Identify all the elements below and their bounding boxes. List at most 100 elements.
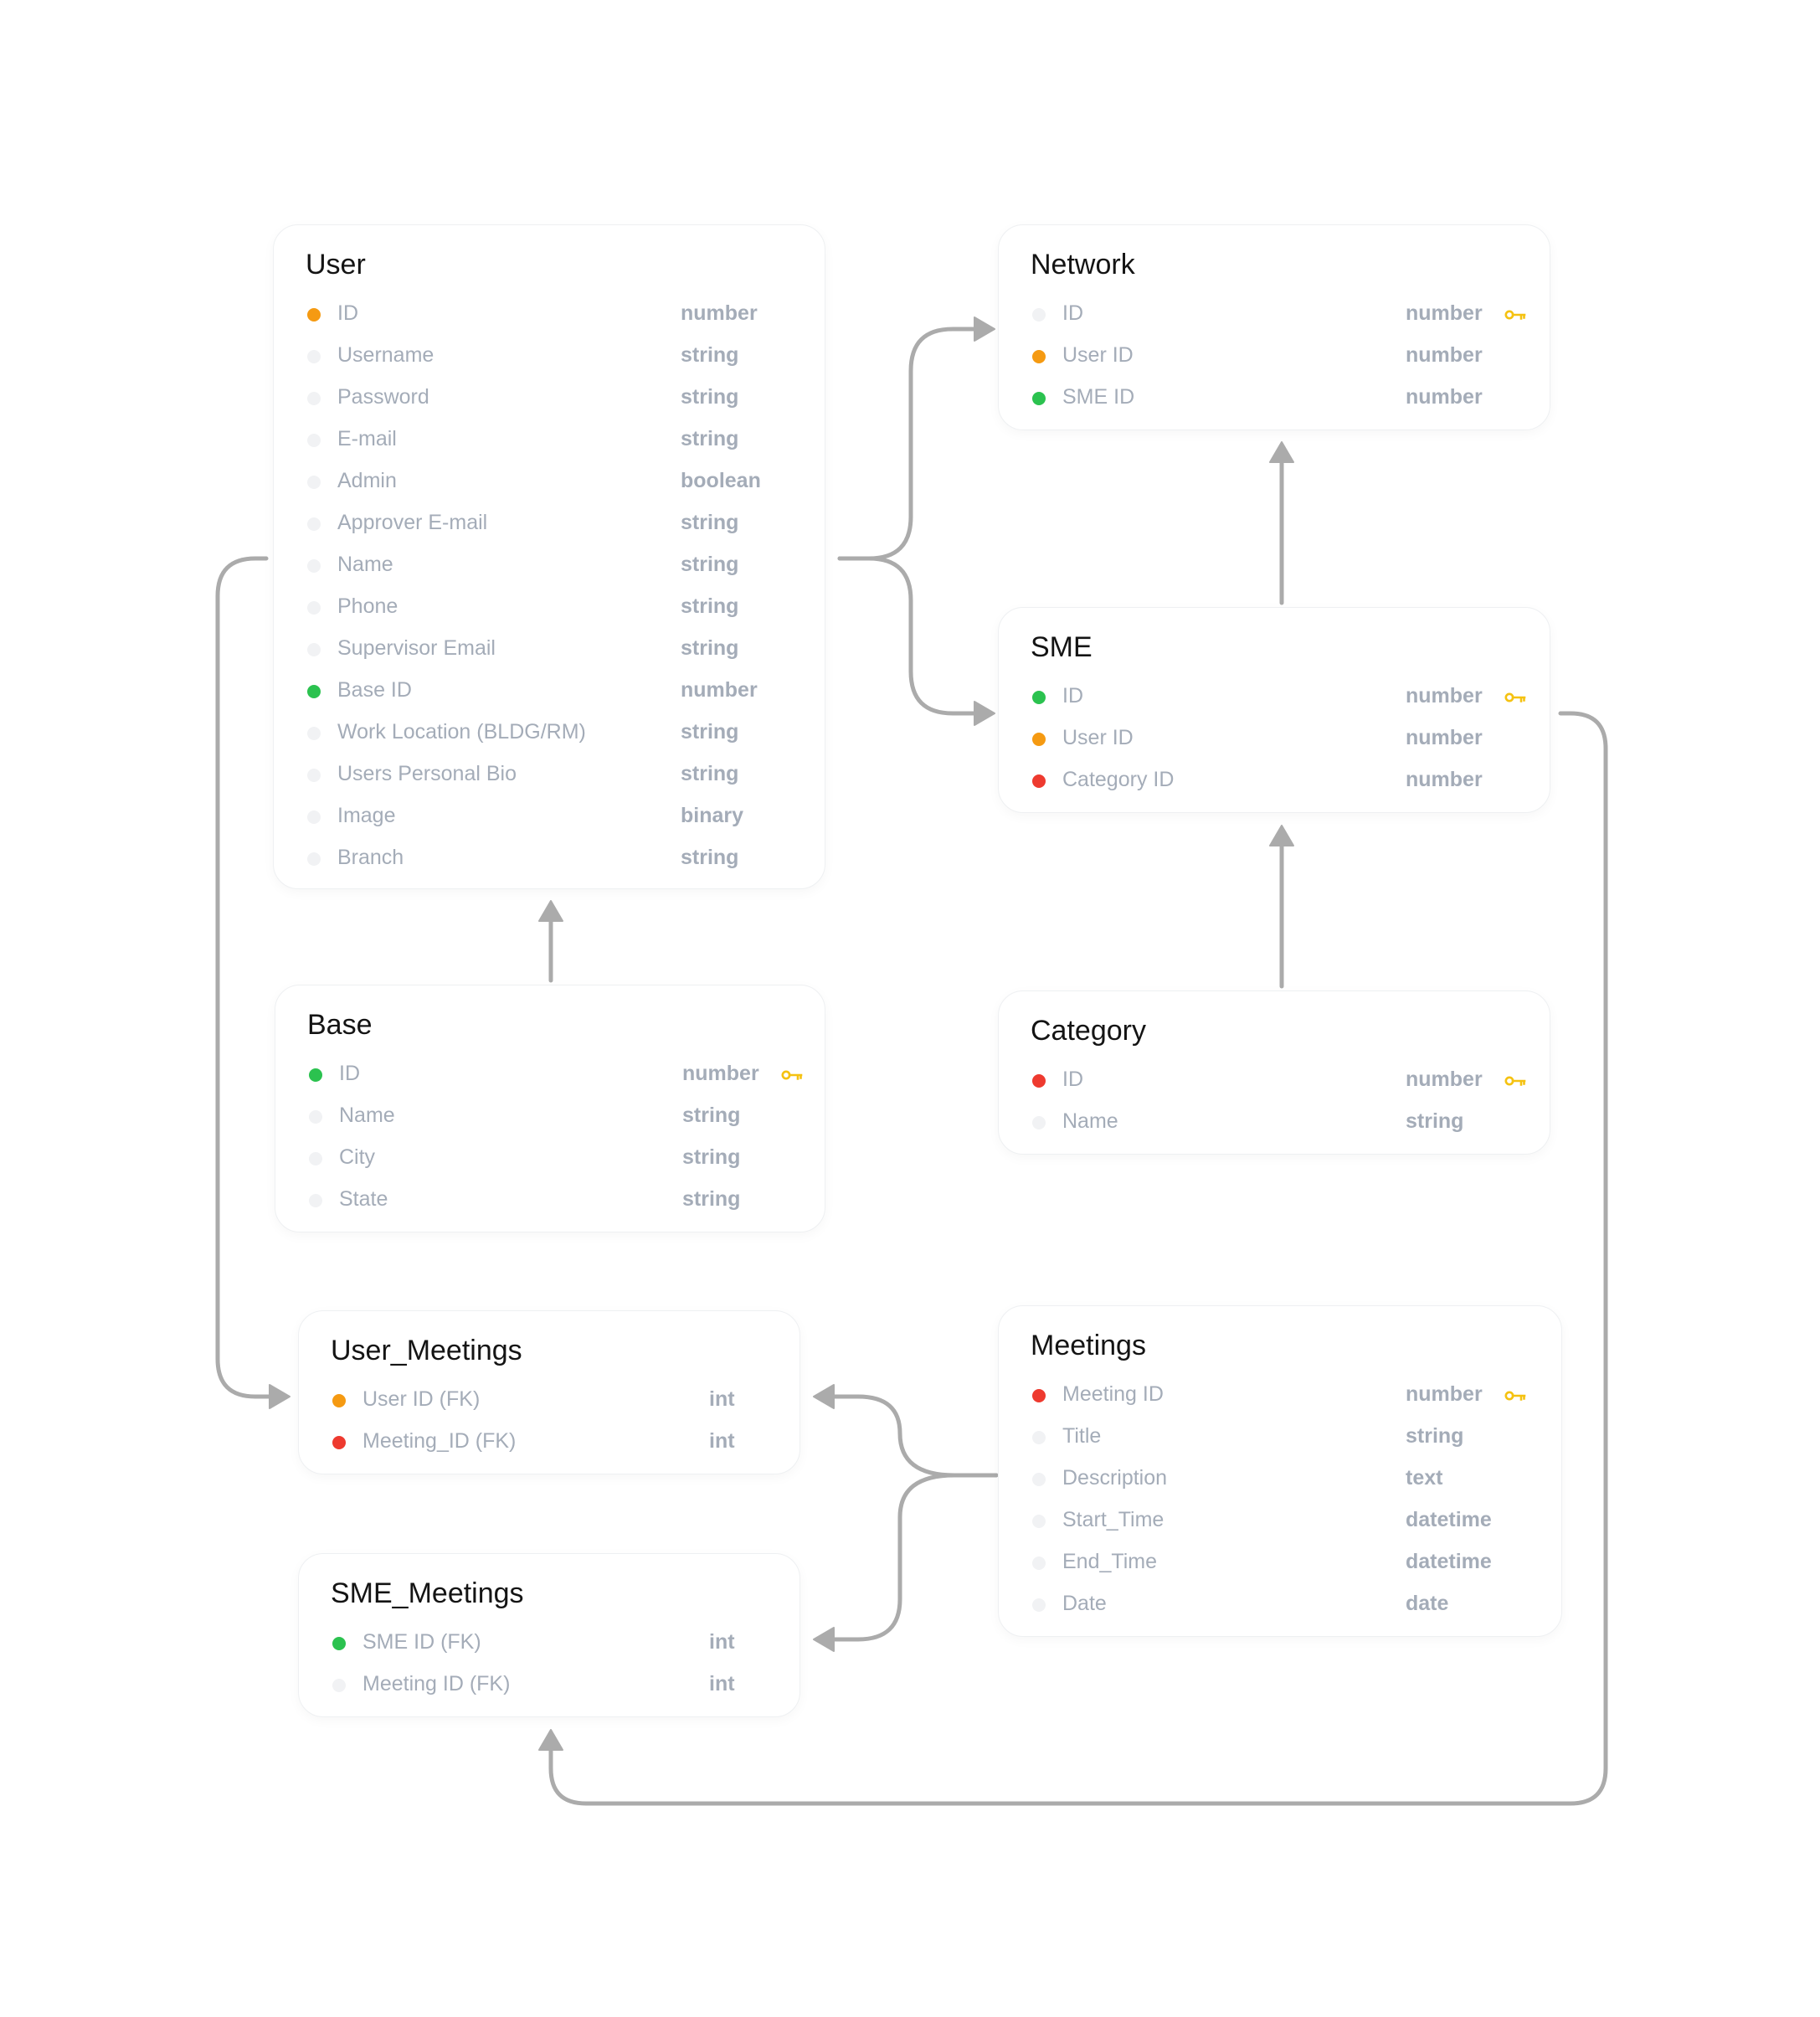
field-type: string: [682, 1187, 741, 1211]
field-row[interactable]: User ID number: [999, 718, 1550, 760]
field-row[interactable]: City string: [275, 1138, 825, 1180]
field-row[interactable]: End_Time datetime: [999, 1542, 1561, 1584]
field-row[interactable]: User ID (FK) int: [299, 1380, 799, 1422]
arrowhead-icon: [1269, 441, 1294, 463]
field-row[interactable]: Meeting_ID (FK) int: [299, 1422, 799, 1464]
field-row[interactable]: Name string: [274, 545, 825, 587]
relation-dot-green: [307, 685, 321, 698]
field-name: Title: [1062, 1424, 1102, 1448]
table-title: Base: [307, 1009, 373, 1041]
table-user-meetings[interactable]: User_Meetings User ID (FK) int Meeting_ID (…: [298, 1310, 800, 1474]
field-row[interactable]: Category ID number: [999, 760, 1550, 802]
relation-dot-none: [307, 852, 321, 866]
relation-dot-red: [1032, 1074, 1046, 1088]
field-row[interactable]: ID number: [999, 1060, 1550, 1102]
relation-dot-none: [307, 643, 321, 656]
field-row[interactable]: ID number: [275, 1054, 825, 1096]
field-row[interactable]: Username string: [274, 336, 825, 378]
arrowhead-icon: [538, 900, 563, 922]
field-row[interactable]: Meeting ID (FK) int: [299, 1665, 799, 1706]
field-row[interactable]: Admin boolean: [274, 461, 825, 503]
field-row[interactable]: Name string: [275, 1096, 825, 1138]
field-row[interactable]: Supervisor Email string: [274, 629, 825, 671]
field-row[interactable]: SME ID (FK) int: [299, 1623, 799, 1665]
primary-key-icon: [1504, 1389, 1526, 1402]
field-name: User ID (FK): [362, 1387, 481, 1411]
field-row[interactable]: User ID number: [999, 336, 1550, 378]
field-name: Name: [339, 1104, 395, 1127]
field-row[interactable]: Date date: [999, 1584, 1561, 1626]
field-row[interactable]: Title string: [999, 1417, 1561, 1459]
table-base[interactable]: Base ID number Name string City string State str…: [275, 985, 825, 1232]
connector-sme-to-network: [1269, 441, 1294, 605]
arrowhead-icon: [269, 1384, 290, 1409]
field-type: boolean: [681, 469, 761, 492]
field-row[interactable]: Phone string: [274, 587, 825, 629]
field-row[interactable]: ID number: [999, 677, 1550, 718]
field-type: string: [681, 553, 739, 576]
table-sme[interactable]: SME ID number User ID number Category ID numbe…: [998, 607, 1550, 813]
field-name: ID: [1062, 684, 1083, 707]
field-type: string: [681, 720, 739, 744]
relation-dot-green: [309, 1068, 322, 1082]
field-type: string: [1406, 1424, 1464, 1448]
field-type: number: [1406, 1382, 1483, 1406]
field-name: Meeting_ID (FK): [362, 1429, 517, 1453]
field-name: Category ID: [1062, 768, 1175, 791]
field-type: string: [1406, 1109, 1464, 1133]
relation-dot-none: [309, 1110, 322, 1124]
field-type: datetime: [1406, 1550, 1492, 1573]
connector-base-to-user: [538, 900, 563, 983]
field-name: E-mail: [337, 427, 397, 450]
er-diagram-canvas: User ID number Username string Password string…: [0, 0, 1820, 2017]
field-row[interactable]: E-mail string: [274, 419, 825, 461]
relation-dot-none: [307, 601, 321, 615]
arrowhead-icon: [538, 1729, 563, 1751]
table-category[interactable]: Category ID number Name string: [998, 990, 1550, 1155]
field-name: City: [339, 1145, 376, 1169]
relation-dot-none: [1032, 1473, 1046, 1486]
field-row[interactable]: ID number: [999, 294, 1550, 336]
field-row[interactable]: Name string: [999, 1102, 1550, 1144]
field-row[interactable]: SME ID number: [999, 378, 1550, 419]
field-row[interactable]: Users Personal Bio string: [274, 754, 825, 796]
field-row[interactable]: Password string: [274, 378, 825, 419]
field-row[interactable]: ID number: [274, 294, 825, 336]
relation-dot-green: [1032, 691, 1046, 704]
field-type: string: [681, 385, 739, 409]
field-row[interactable]: Meeting ID number: [999, 1375, 1561, 1417]
field-name: Username: [337, 343, 434, 367]
table-sme-meetings[interactable]: SME_Meetings SME ID (FK) int Meeting ID (FK…: [298, 1553, 800, 1717]
table-user[interactable]: User ID number Username string Password string…: [273, 224, 825, 889]
field-row[interactable]: Base ID number: [274, 671, 825, 713]
field-row[interactable]: Work Location (BLDG/RM) string: [274, 713, 825, 754]
relation-dot-red: [1032, 774, 1046, 788]
relation-dot-none: [1032, 1598, 1046, 1612]
field-row[interactable]: Description text: [999, 1459, 1561, 1500]
connector-meetings-to-sme-meetings: [813, 1473, 999, 1652]
field-name: Password: [337, 385, 429, 409]
arrowhead-icon: [974, 316, 995, 342]
field-row[interactable]: Start_Time datetime: [999, 1500, 1561, 1542]
field-row[interactable]: Branch string: [274, 838, 825, 880]
field-type: string: [682, 1104, 741, 1127]
table-network[interactable]: Network ID number User ID number SME ID number: [998, 224, 1550, 430]
table-meetings[interactable]: Meetings Meeting ID number Title string Descr…: [998, 1305, 1562, 1637]
relation-dot-none: [1032, 1515, 1046, 1528]
field-name: Image: [337, 804, 396, 827]
field-row[interactable]: Image binary: [274, 796, 825, 838]
arrowhead-icon: [813, 1384, 835, 1409]
field-row[interactable]: Approver E-mail string: [274, 503, 825, 545]
field-row[interactable]: State string: [275, 1180, 825, 1222]
field-name: Name: [1062, 1109, 1118, 1133]
field-name: ID: [1062, 301, 1083, 325]
relation-dot-none: [1032, 1431, 1046, 1444]
table-title: SME: [1031, 631, 1093, 663]
field-name: State: [339, 1187, 388, 1211]
relation-dot-red: [1032, 1389, 1046, 1402]
field-type: string: [681, 762, 739, 785]
field-type: number: [1406, 726, 1483, 749]
field-name: Meeting ID: [1062, 1382, 1164, 1406]
relation-dot-orange: [332, 1394, 346, 1407]
field-name: User ID: [1062, 726, 1134, 749]
